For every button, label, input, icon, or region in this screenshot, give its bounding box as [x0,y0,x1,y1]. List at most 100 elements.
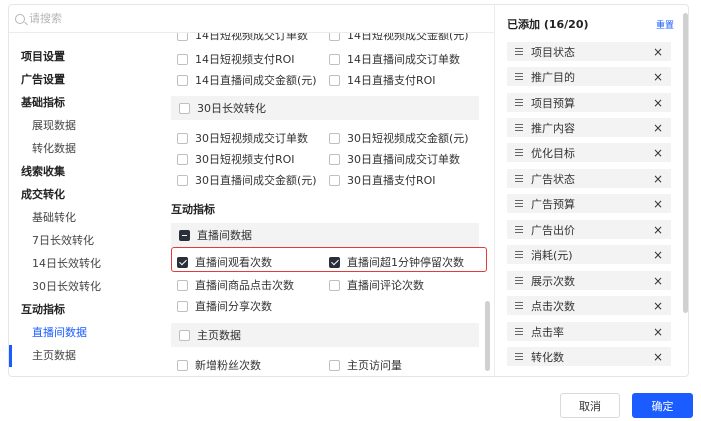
selected-item[interactable]: 推广目的 × [507,67,671,86]
option-checkbox[interactable]: 30日直播间成交订单数 [329,151,460,167]
checkbox[interactable] [177,74,188,86]
close-icon[interactable]: × [653,71,663,83]
checkbox[interactable] [177,33,188,41]
checkbox[interactable] [179,329,190,341]
category-item[interactable]: 互动指标 [21,301,65,317]
option-checkbox[interactable]: 直播间分享次数 [177,298,272,314]
option-checkbox[interactable]: 主页访问量 [329,357,402,373]
close-icon[interactable]: × [653,275,663,287]
drag-handle-icon[interactable] [515,175,523,182]
option-checkbox[interactable]: 新增粉丝次数 [177,357,261,373]
checkbox[interactable] [329,74,340,86]
category-item[interactable]: 展现数据 [32,117,76,133]
category-item[interactable]: 基础指标 [21,94,65,110]
category-item[interactable]: 主页数据 [32,347,76,363]
category-item[interactable]: 成交转化 [21,186,65,202]
drag-handle-icon[interactable] [515,124,523,131]
option-checkbox[interactable]: 直播间评论次数 [329,277,424,293]
selected-item[interactable]: 转化数 × [507,347,671,366]
category-item[interactable]: 转化数据 [32,140,76,156]
selected-item[interactable]: 项目预算 × [507,93,671,112]
drag-handle-icon[interactable] [515,149,523,156]
checkbox[interactable] [329,174,340,186]
close-icon[interactable]: × [653,46,663,58]
drag-handle-icon[interactable] [515,99,523,106]
checkbox[interactable] [329,132,340,144]
drag-handle-icon[interactable] [515,251,523,258]
selected-list-scrollbar[interactable] [683,13,688,313]
close-icon[interactable]: × [653,300,663,312]
checkbox[interactable] [177,132,188,144]
category-item-active[interactable]: 直播间数据 [32,324,87,340]
checkbox[interactable] [177,174,188,186]
close-icon[interactable]: × [653,351,663,363]
checkbox[interactable] [179,102,190,114]
close-icon[interactable]: × [653,173,663,185]
category-item[interactable]: 项目设置 [21,48,65,64]
close-icon[interactable]: × [653,147,663,159]
category-item[interactable]: 30日长效转化 [32,278,101,294]
category-item[interactable]: 基础转化 [32,209,76,225]
selected-item[interactable]: 广告状态 × [507,169,671,188]
group-header-live[interactable]: 直播间数据 [171,223,479,247]
option-checkbox[interactable]: 14日直播间成交金额(元) [177,72,317,88]
checkbox[interactable] [329,53,340,65]
category-item[interactable]: 广告设置 [21,71,65,87]
option-list-scrollbar[interactable] [485,301,490,371]
cancel-button[interactable]: 取消 [560,393,620,418]
checkbox[interactable] [177,153,188,165]
drag-handle-icon[interactable] [515,200,523,207]
selected-item[interactable]: 消耗(元) × [507,245,671,264]
checkbox[interactable] [329,359,340,371]
close-icon[interactable]: × [653,249,663,261]
option-checkbox[interactable]: 直播间超1分钟停留次数 [329,254,464,270]
drag-handle-icon[interactable] [515,328,523,335]
option-checkbox[interactable]: 14日短视频成交订单数 [177,33,308,43]
selected-item[interactable]: 广告出价 × [507,220,671,239]
category-item[interactable]: 7日长效转化 [32,232,94,248]
checkbox[interactable] [177,359,188,371]
selected-item[interactable]: 点击率 × [507,322,671,341]
drag-handle-icon[interactable] [515,277,523,284]
close-icon[interactable]: × [653,224,663,236]
checkbox[interactable] [329,153,340,165]
search-input[interactable] [29,12,429,25]
group-header-30day[interactable]: 30日长效转化 [171,96,479,120]
checkbox[interactable] [177,300,188,312]
selected-item[interactable]: 项目状态 × [507,42,671,61]
checkbox-indeterminate[interactable] [179,229,190,241]
option-checkbox[interactable]: 30日短视频支付ROI [177,151,295,167]
close-icon[interactable]: × [653,326,663,338]
close-icon[interactable]: × [653,198,663,210]
option-checkbox[interactable]: 直播间商品点击次数 [177,277,294,293]
option-checkbox[interactable]: 30日直播支付ROI [329,172,436,188]
drag-handle-icon[interactable] [515,302,523,309]
option-checkbox[interactable]: 30日短视频成交金额(元) [329,130,469,146]
option-checkbox[interactable]: 14日直播支付ROI [329,72,436,88]
option-checkbox[interactable]: 直播间观看次数 [177,254,272,270]
checkbox[interactable] [177,53,188,65]
option-checkbox[interactable]: 14日短视频成交金额(元) [329,33,469,43]
selected-item[interactable]: 优化目标 × [507,143,671,162]
option-checkbox[interactable]: 30日短视频成交订单数 [177,130,308,146]
category-item[interactable]: 线索收集 [21,163,65,179]
checkbox[interactable] [177,279,188,291]
selected-item[interactable]: 展示次数 × [507,271,671,290]
selected-item[interactable]: 广告预算 × [507,194,671,213]
option-checkbox[interactable]: 14日短视频支付ROI [177,51,295,67]
drag-handle-icon[interactable] [515,353,523,360]
confirm-button[interactable]: 确定 [632,393,693,418]
category-item[interactable]: 14日长效转化 [32,255,101,271]
option-checkbox[interactable]: 30日直播间成交金额(元) [177,172,317,188]
close-icon[interactable]: × [653,122,663,134]
option-checkbox[interactable]: 14日直播间成交订单数 [329,51,460,67]
checkbox-checked[interactable] [329,256,340,268]
selected-item[interactable]: 推广内容 × [507,118,671,137]
reset-link[interactable]: 重置 [656,18,674,31]
selected-item[interactable]: 点击次数 × [507,296,671,315]
checkbox[interactable] [329,279,340,291]
checkbox-checked[interactable] [177,256,188,268]
close-icon[interactable]: × [653,97,663,109]
checkbox[interactable] [329,33,340,41]
drag-handle-icon[interactable] [515,226,523,233]
